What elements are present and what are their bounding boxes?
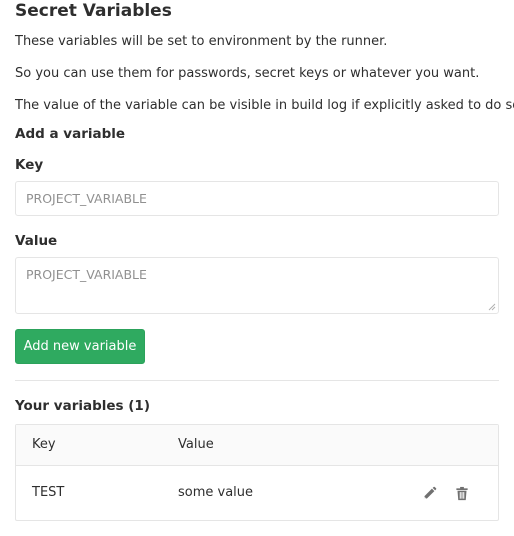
- your-variables-heading: Your variables (1): [15, 398, 150, 414]
- description-line: The value of the variable can be visible…: [15, 98, 514, 113]
- value-textarea[interactable]: [15, 257, 499, 314]
- delete-variable-button[interactable]: [455, 485, 471, 501]
- variable-key-cell: TEST: [32, 485, 65, 500]
- trash-icon: [456, 486, 468, 500]
- resize-handle-icon[interactable]: [488, 303, 496, 311]
- description-line: These variables will be set to environme…: [15, 34, 388, 49]
- key-label: Key: [15, 157, 44, 173]
- variable-value-cell: some value: [178, 485, 254, 500]
- variables-table: Key Value TEST some value: [15, 424, 499, 521]
- edit-variable-button[interactable]: [422, 485, 438, 501]
- table-row: TEST some value: [16, 466, 498, 520]
- add-new-variable-button[interactable]: Add new variable: [15, 329, 145, 364]
- column-header-value: Value: [178, 437, 214, 452]
- table-header: Key Value: [16, 425, 498, 466]
- column-header-key: Key: [32, 437, 56, 452]
- section-divider: [15, 380, 499, 381]
- description-line: So you can use them for passwords, secre…: [15, 66, 480, 81]
- value-label: Value: [15, 233, 58, 249]
- pencil-icon: [423, 486, 437, 499]
- key-input[interactable]: [15, 181, 499, 216]
- page-title: Secret Variables: [15, 1, 172, 21]
- add-variable-heading: Add a variable: [15, 126, 126, 142]
